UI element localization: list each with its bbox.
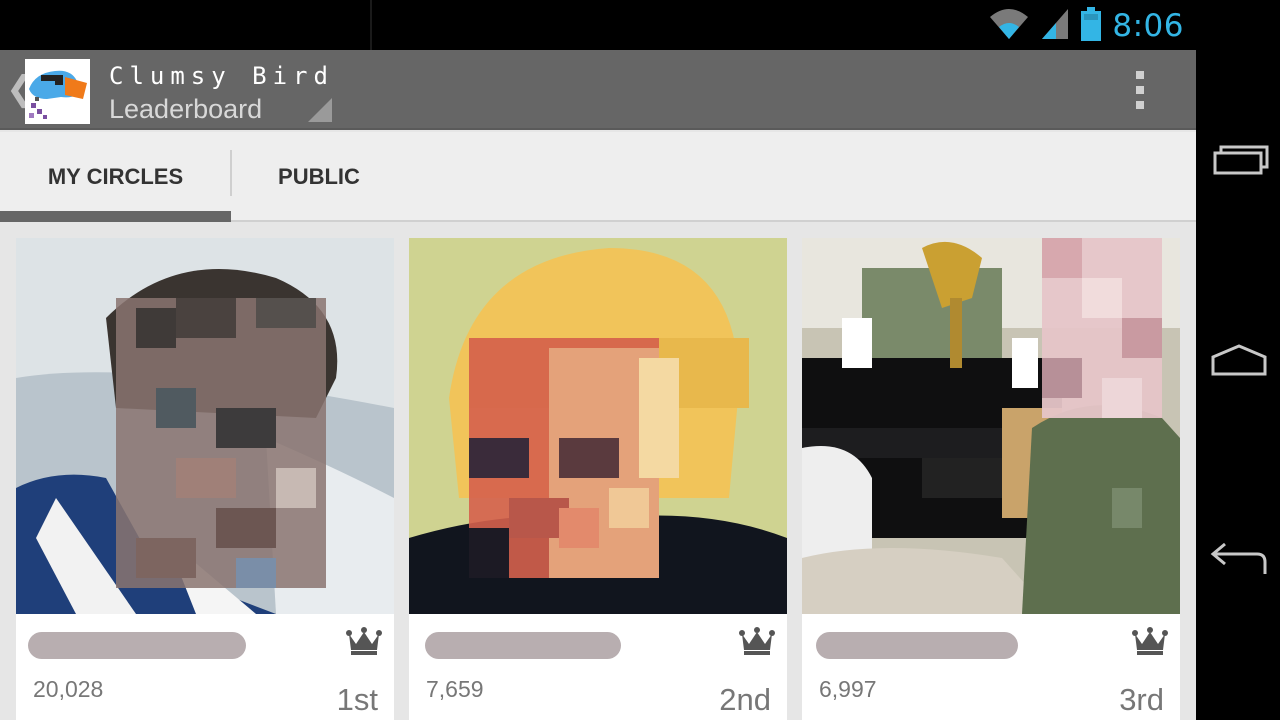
selected-tab-indicator <box>0 211 231 222</box>
leaderboard-card[interactable]: 20,028 1st <box>16 238 394 720</box>
navigation-bar <box>1196 0 1280 720</box>
player-rank: 1st <box>336 682 378 717</box>
cell-signal-icon <box>1040 7 1070 46</box>
player-rank: 2nd <box>719 682 771 717</box>
action-bar: ❮ Clumsy Bird Leaderboard <box>0 50 1196 130</box>
status-bar: 8:06 <box>0 0 1196 50</box>
player-photo <box>802 238 1180 614</box>
status-icons: 8:06 <box>988 6 1184 46</box>
back-icon[interactable] <box>1206 530 1272 590</box>
title-block[interactable]: Clumsy Bird Leaderboard <box>109 60 334 126</box>
player-photo <box>409 238 787 614</box>
app-title: Clumsy Bird <box>109 62 334 90</box>
recent-apps-icon[interactable] <box>1206 130 1272 190</box>
overflow-menu-icon[interactable] <box>1122 64 1158 116</box>
page-subtitle: Leaderboard <box>109 94 263 124</box>
leaderboard-grid: 20,028 1st 7,659 2nd 6,997 3rd <box>0 224 1196 720</box>
home-icon[interactable] <box>1206 330 1272 390</box>
leaderboard-card[interactable]: 7,659 2nd <box>409 238 787 720</box>
screen: 8:06 ❮ Clumsy Bird Leaderboard MY CIRCLE… <box>0 0 1196 720</box>
player-score: 6,997 <box>819 676 877 702</box>
crown-icon <box>739 626 775 656</box>
player-photo <box>16 238 394 614</box>
player-name-redacted <box>28 632 246 659</box>
spinner-triangle-icon[interactable] <box>308 98 332 122</box>
crown-icon <box>346 626 382 656</box>
battery-icon <box>1080 6 1102 47</box>
wifi-icon <box>988 7 1030 46</box>
app-icon[interactable] <box>25 59 90 124</box>
leaderboard-card[interactable]: 6,997 3rd <box>802 238 1180 720</box>
clock: 8:06 <box>1112 8 1184 44</box>
player-score: 20,028 <box>33 676 104 702</box>
crown-icon <box>1132 626 1168 656</box>
status-bar-divider <box>370 0 372 50</box>
tab-divider <box>230 150 232 196</box>
player-rank: 3rd <box>1119 682 1164 717</box>
tab-my-circles[interactable]: MY CIRCLES <box>0 132 231 222</box>
tab-bar: MY CIRCLES PUBLIC <box>0 132 1196 222</box>
player-name-redacted <box>425 632 621 659</box>
tab-public[interactable]: PUBLIC <box>233 132 405 222</box>
player-score: 7,659 <box>426 676 484 702</box>
player-name-redacted <box>816 632 1018 659</box>
